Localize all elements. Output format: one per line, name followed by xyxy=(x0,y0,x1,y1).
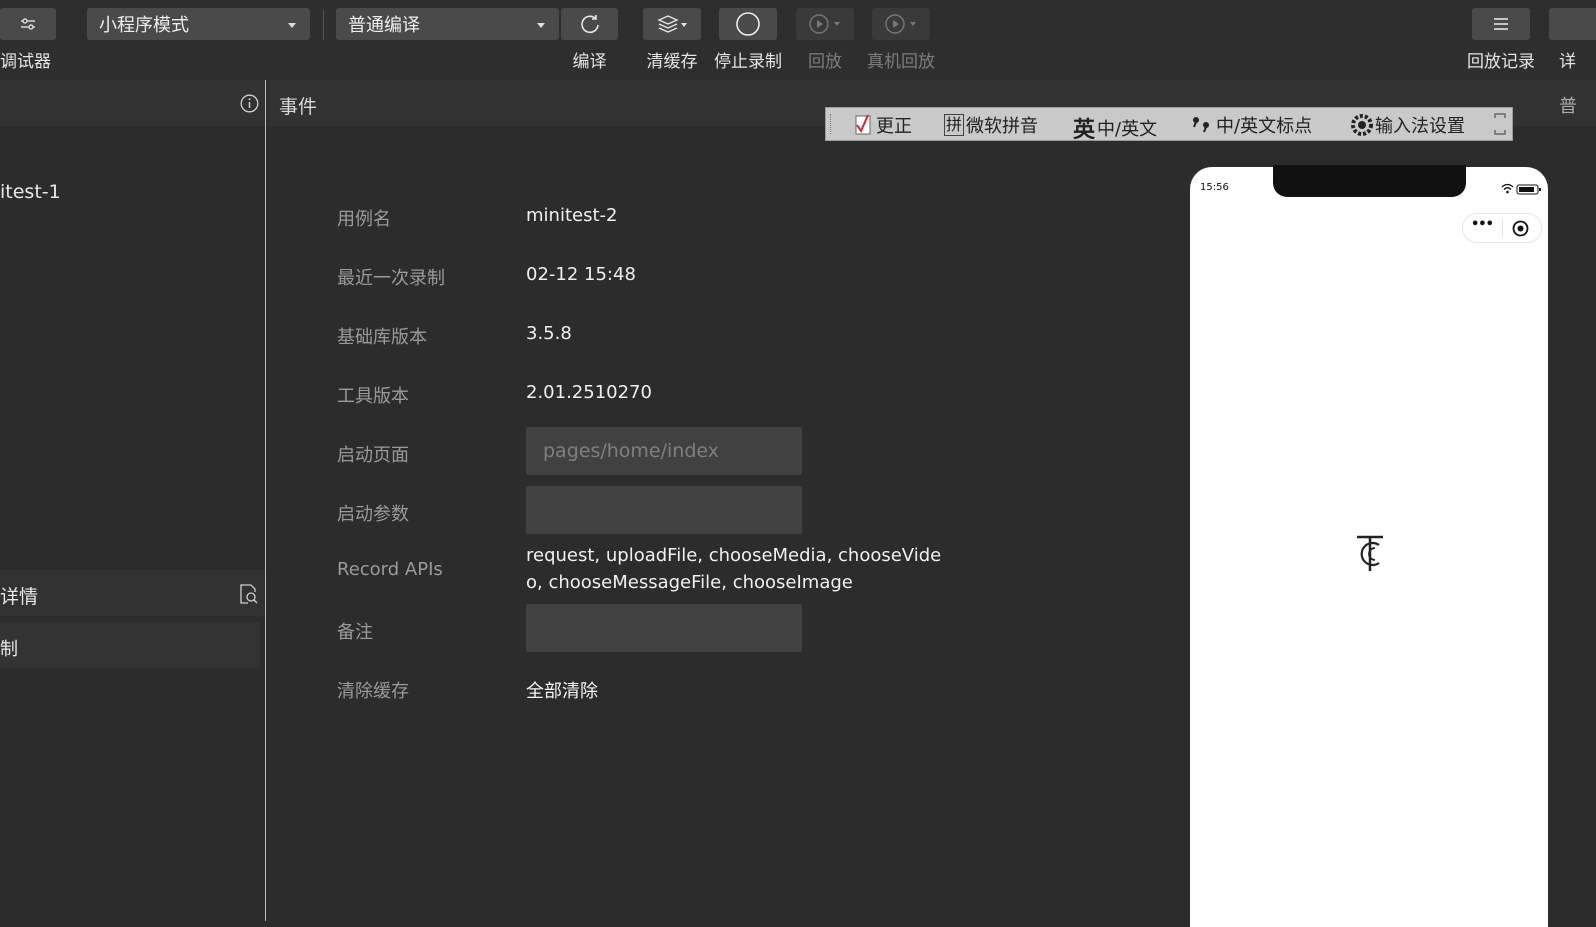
search-file-icon[interactable] xyxy=(237,583,259,609)
clear-cache-button[interactable] xyxy=(643,8,701,40)
ime-lang-label: 中/英文 xyxy=(1097,119,1158,140)
last-record-value: 02-12 15:48 xyxy=(526,264,636,285)
mode-select[interactable]: 小程序模式 xyxy=(87,8,310,40)
gear-icon xyxy=(1351,114,1373,136)
details-button[interactable] xyxy=(1549,8,1596,40)
compile-select-value: 普通编译 xyxy=(348,15,420,36)
chevron-down-icon xyxy=(537,23,545,28)
refresh-icon xyxy=(580,15,599,34)
stop-record-button[interactable] xyxy=(719,8,777,40)
info-icon[interactable] xyxy=(240,94,259,117)
battery-icon xyxy=(1516,184,1541,195)
remark-input[interactable] xyxy=(526,604,802,652)
right-header-cut-text: 普 xyxy=(1559,96,1577,117)
close-target-icon[interactable] xyxy=(1512,220,1529,237)
remark-label: 备注 xyxy=(337,622,373,643)
details-section-title: 详情 xyxy=(0,586,39,608)
compile-label: 编译 xyxy=(572,52,607,72)
start-params-label: 启动参数 xyxy=(337,504,409,525)
capsule-divider xyxy=(1502,220,1503,236)
status-bar-time: 15:56 xyxy=(1200,182,1229,193)
start-page-placeholder: pages/home/index xyxy=(543,440,720,462)
ime-correct-button[interactable]: 更正 xyxy=(852,112,912,138)
compile-select[interactable]: 普通编译 xyxy=(336,8,559,40)
menu-icon xyxy=(1494,18,1508,30)
details-list-item-label: 制 xyxy=(0,639,18,660)
events-tab[interactable]: 事件 xyxy=(279,92,317,119)
clear-cache-label: 清缓存 xyxy=(646,52,698,72)
expand-icon[interactable] xyxy=(1493,112,1507,136)
toolbar-divider xyxy=(323,10,324,40)
record-apis-value-line2: o, chooseMessageFile, chooseImage xyxy=(526,572,853,593)
record-circle-icon xyxy=(736,12,760,36)
layers-icon xyxy=(657,15,687,33)
ime-correct-label: 更正 xyxy=(876,116,912,137)
chevron-down-icon xyxy=(288,23,296,28)
last-record-label: 最近一次录制 xyxy=(337,268,445,289)
tool-version-label: 工具版本 xyxy=(337,386,409,407)
clear-all-link[interactable]: 全部清除 xyxy=(526,677,598,703)
ime-settings-button[interactable]: 输入法设置 xyxy=(1350,112,1465,138)
pinyin-icon: 拼 xyxy=(944,114,965,136)
record-apis-label: Record APIs xyxy=(337,559,443,580)
more-icon[interactable]: ••• xyxy=(1471,217,1494,232)
punctuation-icon xyxy=(1193,117,1209,133)
ime-lang-toggle[interactable]: 英 中/英文 xyxy=(1073,112,1157,144)
left-panel-header xyxy=(0,80,265,126)
lib-version-label: 基础库版本 xyxy=(337,327,427,348)
debugger-toggle-button[interactable] xyxy=(0,8,56,40)
details-list-item[interactable] xyxy=(0,622,260,668)
ime-pinyin-label: 微软拼音 xyxy=(966,116,1039,137)
start-params-input[interactable] xyxy=(526,486,802,534)
start-page-input[interactable]: pages/home/index xyxy=(526,427,802,475)
device-replay-button[interactable] xyxy=(872,8,930,40)
mode-select-value: 小程序模式 xyxy=(99,15,189,36)
replay-history-button[interactable] xyxy=(1472,8,1530,40)
stop-record-label: 停止录制 xyxy=(714,52,782,72)
replay-button[interactable] xyxy=(796,8,854,40)
app-logo-icon xyxy=(1357,535,1383,571)
ime-punct-label: 中/英文标点 xyxy=(1216,116,1313,137)
device-replay-label: 真机回放 xyxy=(867,52,935,72)
start-page-label: 启动页面 xyxy=(337,445,409,466)
capsule-menu: ••• xyxy=(1462,213,1542,243)
sliders-icon xyxy=(21,18,35,30)
case-name-label: 用例名 xyxy=(337,209,391,230)
compile-button[interactable] xyxy=(561,8,618,40)
ime-toolbar: 更正 拼 微软拼音 英 中/英文 中/英文标点 输入法设置 xyxy=(825,107,1513,144)
ime-drag-handle[interactable] xyxy=(830,114,833,134)
lib-version-value: 3.5.8 xyxy=(526,323,572,344)
debugger-label: 调试器 xyxy=(0,52,51,72)
clear-cache-field-label: 清除缓存 xyxy=(337,681,409,702)
details-label: 详 xyxy=(1559,52,1576,72)
play-icon xyxy=(809,14,840,34)
wifi-icon xyxy=(1501,183,1514,194)
case-name-value: minitest-2 xyxy=(526,205,618,226)
check-document-icon xyxy=(855,114,871,135)
left-panel xyxy=(0,80,266,921)
replay-label: 回放 xyxy=(808,52,842,72)
test-case-item[interactable]: itest-1 xyxy=(0,181,61,203)
phone-notch xyxy=(1273,165,1466,197)
play-icon xyxy=(885,14,916,34)
replay-history-label: 回放记录 xyxy=(1467,52,1535,72)
tool-version-value: 2.01.2510270 xyxy=(526,382,652,403)
ime-punct-toggle[interactable]: 中/英文标点 xyxy=(1190,112,1312,138)
ime-pinyin-button[interactable]: 拼 微软拼音 xyxy=(944,112,1038,138)
english-icon: 英 xyxy=(1073,118,1096,143)
record-apis-value-line1: request, uploadFile, chooseMedia, choose… xyxy=(526,545,942,566)
ime-settings-label: 输入法设置 xyxy=(1375,116,1465,137)
details-section-header xyxy=(0,570,265,616)
